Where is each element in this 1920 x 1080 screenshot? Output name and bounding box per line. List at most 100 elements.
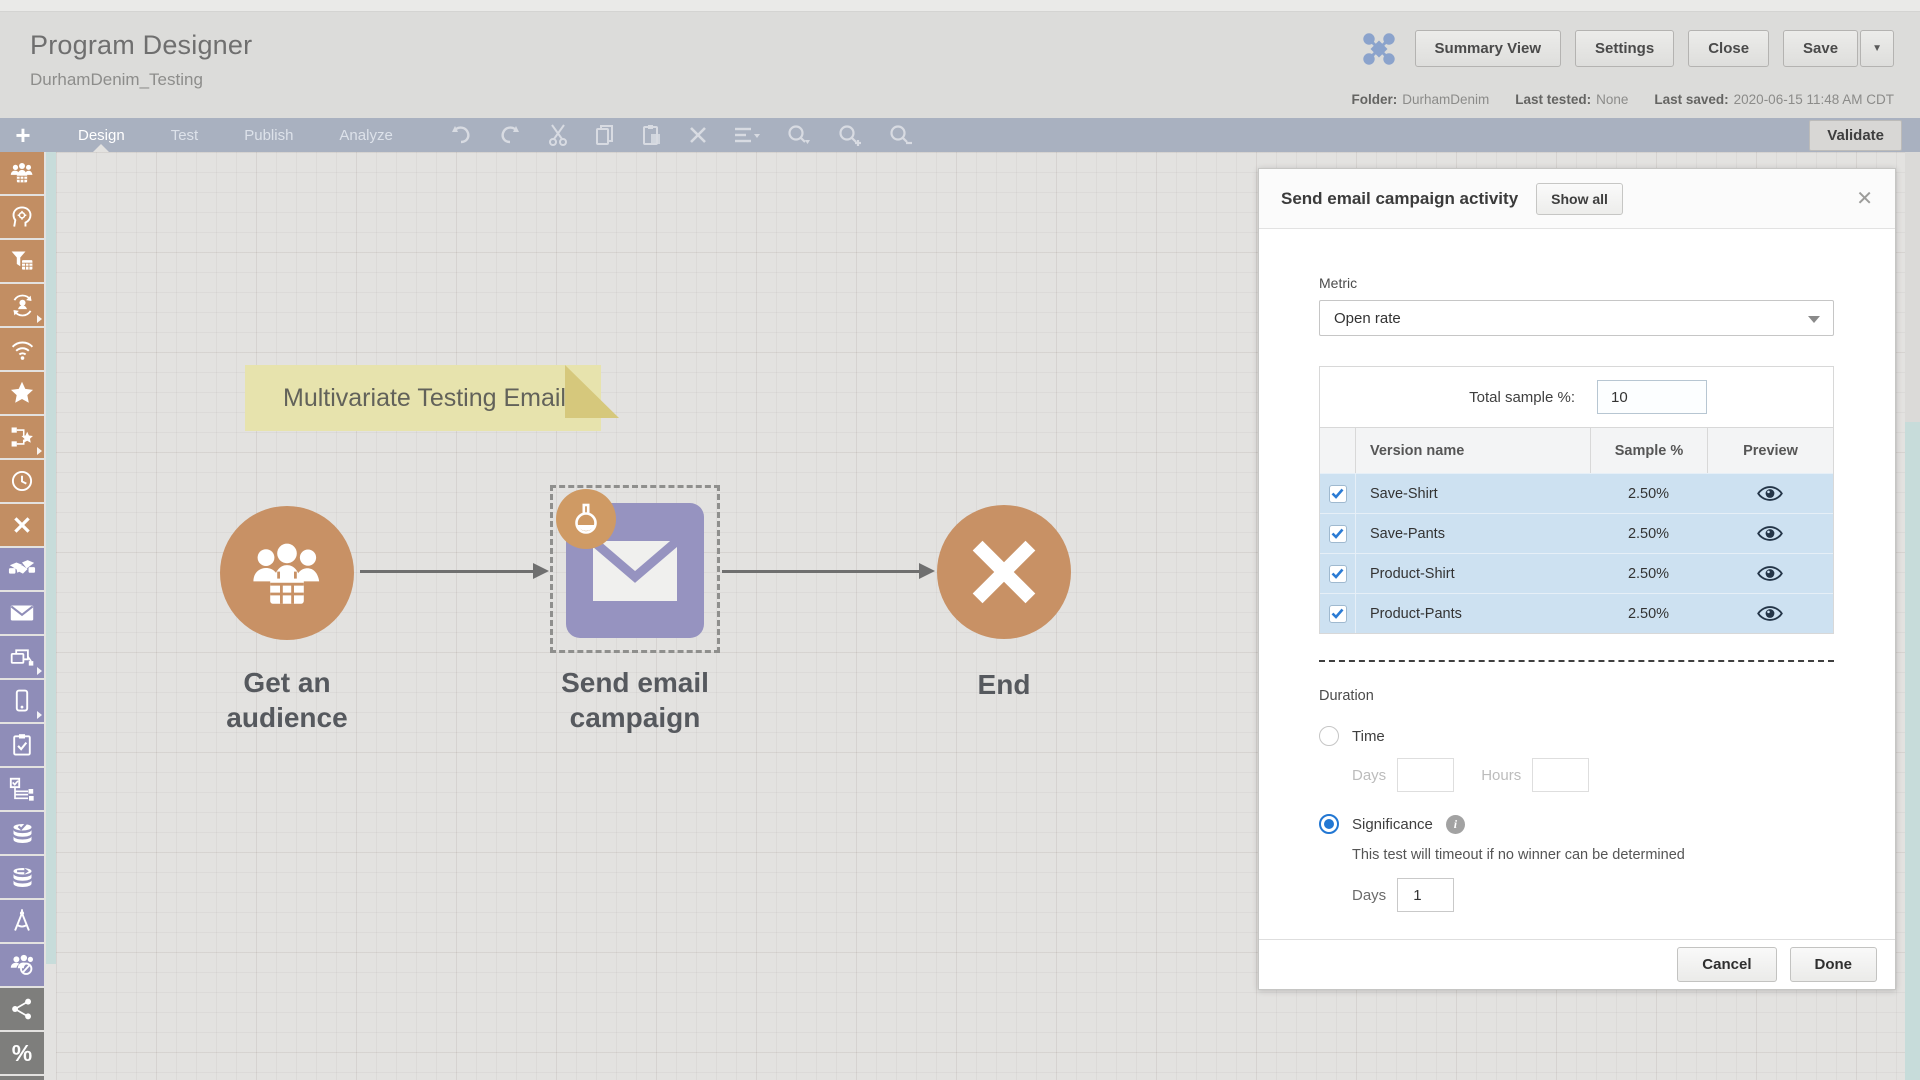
- preview-eye-icon[interactable]: [1707, 554, 1833, 593]
- version-checkbox[interactable]: [1329, 485, 1347, 503]
- palette-filter-calendar-icon[interactable]: [0, 240, 44, 282]
- tab-design[interactable]: Design: [76, 119, 127, 152]
- node-send-email[interactable]: [566, 503, 704, 638]
- palette-checkbox-tree-icon[interactable]: [0, 768, 44, 810]
- metric-dropdown[interactable]: Open rate: [1319, 300, 1834, 336]
- duration-label: Duration: [1319, 688, 1834, 704]
- palette-pages-node-icon[interactable]: [0, 636, 44, 678]
- table-row: Product-Shirt 2.50%: [1320, 553, 1833, 593]
- zoom-level-icon[interactable]: [787, 124, 811, 146]
- zoom-in-icon[interactable]: [838, 124, 862, 146]
- palette-people-block-icon[interactable]: [0, 944, 44, 986]
- table-row: Product-Pants 2.50%: [1320, 593, 1833, 633]
- activity-palette: % #: [0, 152, 46, 1080]
- palette-history-clock-icon[interactable]: [0, 460, 44, 502]
- timeout-note: This test will timeout if no winner can …: [1352, 847, 1834, 863]
- significance-days-input[interactable]: [1397, 878, 1454, 912]
- significance-radio[interactable]: [1319, 814, 1339, 834]
- metric-label: Metric: [1319, 275, 1834, 291]
- preview-eye-icon[interactable]: [1707, 474, 1833, 513]
- redo-icon[interactable]: [499, 125, 521, 145]
- preview-eye-icon[interactable]: [1707, 514, 1833, 553]
- program-canvas-jacks-icon: [1361, 31, 1397, 67]
- palette-percent-icon[interactable]: %: [0, 1032, 44, 1074]
- header-sample: Sample %: [1590, 428, 1707, 473]
- palette-database-arrow-icon[interactable]: [0, 856, 44, 898]
- delete-icon[interactable]: [689, 126, 707, 144]
- program-meta: Folder:DurhamDenim Last tested:None Last…: [1352, 92, 1894, 107]
- table-header-row: Version name Sample % Preview: [1320, 427, 1833, 473]
- canvas-scrollbar-thumb[interactable]: [1905, 422, 1920, 1080]
- cancel-button[interactable]: Cancel: [1677, 947, 1776, 982]
- palette-compass-icon[interactable]: [0, 900, 44, 942]
- zoom-out-icon[interactable]: [889, 124, 913, 146]
- window-top-strip: [0, 0, 1920, 12]
- time-inputs-row: Days Hours: [1352, 758, 1834, 792]
- significance-option-row: Significance i: [1319, 814, 1834, 834]
- palette-scrollbar[interactable]: [46, 152, 56, 964]
- sticky-note-text: Multivariate Testing Email: [283, 384, 566, 413]
- palette-signal-icon[interactable]: [0, 328, 44, 370]
- add-icon[interactable]: +: [0, 120, 46, 150]
- align-icon[interactable]: [734, 126, 760, 144]
- palette-star-icon[interactable]: [0, 372, 44, 414]
- save-button[interactable]: Save: [1783, 30, 1858, 67]
- palette-head-gear-icon[interactable]: [0, 196, 44, 238]
- palette-end-x-icon[interactable]: [0, 504, 44, 546]
- version-checkbox[interactable]: [1329, 525, 1347, 543]
- panel-close-icon[interactable]: ✕: [1856, 189, 1873, 209]
- time-hours-input[interactable]: [1532, 758, 1589, 792]
- connector-audience-email: [360, 570, 534, 573]
- palette-mobile-icon[interactable]: [0, 680, 44, 722]
- last-saved-meta: Last saved:2020-06-15 11:48 AM CDT: [1654, 92, 1894, 107]
- panel-header: Send email campaign activity Show all ✕: [1259, 169, 1895, 229]
- summary-view-button[interactable]: Summary View: [1415, 30, 1561, 67]
- time-option-row: Time: [1319, 726, 1834, 746]
- time-radio[interactable]: [1319, 726, 1339, 746]
- save-dropdown-button[interactable]: ▼: [1860, 30, 1894, 67]
- version-name: Save-Shirt: [1355, 474, 1590, 513]
- close-button[interactable]: Close: [1688, 30, 1769, 67]
- node-end[interactable]: [937, 505, 1071, 639]
- test-flask-badge: [556, 489, 616, 549]
- palette-clipboard-check-icon[interactable]: [0, 724, 44, 766]
- copy-icon[interactable]: [595, 124, 615, 146]
- panel-footer: Cancel Done: [1259, 939, 1895, 989]
- palette-person-sync-icon[interactable]: [0, 284, 44, 326]
- time-days-input[interactable]: [1397, 758, 1454, 792]
- version-checkbox[interactable]: [1329, 565, 1347, 583]
- end-x-icon: [964, 532, 1044, 612]
- done-button[interactable]: Done: [1790, 947, 1878, 982]
- show-all-button[interactable]: Show all: [1536, 183, 1623, 215]
- paste-icon[interactable]: [642, 124, 662, 146]
- hours-label: Hours: [1481, 767, 1521, 784]
- sticky-note-fold: [565, 365, 619, 418]
- palette-share-icon[interactable]: [0, 988, 44, 1030]
- total-sample-input[interactable]: [1597, 380, 1707, 414]
- cut-icon[interactable]: [548, 124, 568, 146]
- palette-path-star-icon[interactable]: [0, 416, 44, 458]
- version-checkbox[interactable]: [1329, 605, 1347, 623]
- total-sample-row: Total sample %:: [1320, 367, 1833, 427]
- palette-email-envelope-icon[interactable]: [0, 592, 44, 634]
- tab-analyze[interactable]: Analyze: [337, 119, 394, 152]
- node-get-audience[interactable]: [220, 506, 354, 640]
- undo-icon[interactable]: [450, 125, 472, 145]
- info-icon[interactable]: i: [1446, 815, 1465, 834]
- palette-hash-icon[interactable]: #: [0, 1076, 44, 1080]
- tab-test[interactable]: Test: [169, 119, 201, 152]
- palette-audience-calendar-icon[interactable]: [0, 152, 44, 194]
- time-label: Time: [1352, 728, 1385, 745]
- tab-publish[interactable]: Publish: [242, 119, 295, 152]
- preview-eye-icon[interactable]: [1707, 594, 1833, 633]
- versions-table: Total sample %: Version name Sample % Pr…: [1319, 366, 1834, 634]
- node-send-email-selection[interactable]: [550, 485, 720, 653]
- canvas-scrollbar-track[interactable]: [1905, 152, 1920, 1080]
- settings-button[interactable]: Settings: [1575, 30, 1674, 67]
- email-envelope-icon: [591, 539, 679, 603]
- table-row: Save-Shirt 2.50%: [1320, 473, 1833, 513]
- sticky-note[interactable]: Multivariate Testing Email: [245, 365, 601, 431]
- palette-database-check-icon[interactable]: [0, 812, 44, 854]
- palette-handshake-icon[interactable]: [0, 548, 44, 590]
- validate-button[interactable]: Validate: [1809, 120, 1902, 151]
